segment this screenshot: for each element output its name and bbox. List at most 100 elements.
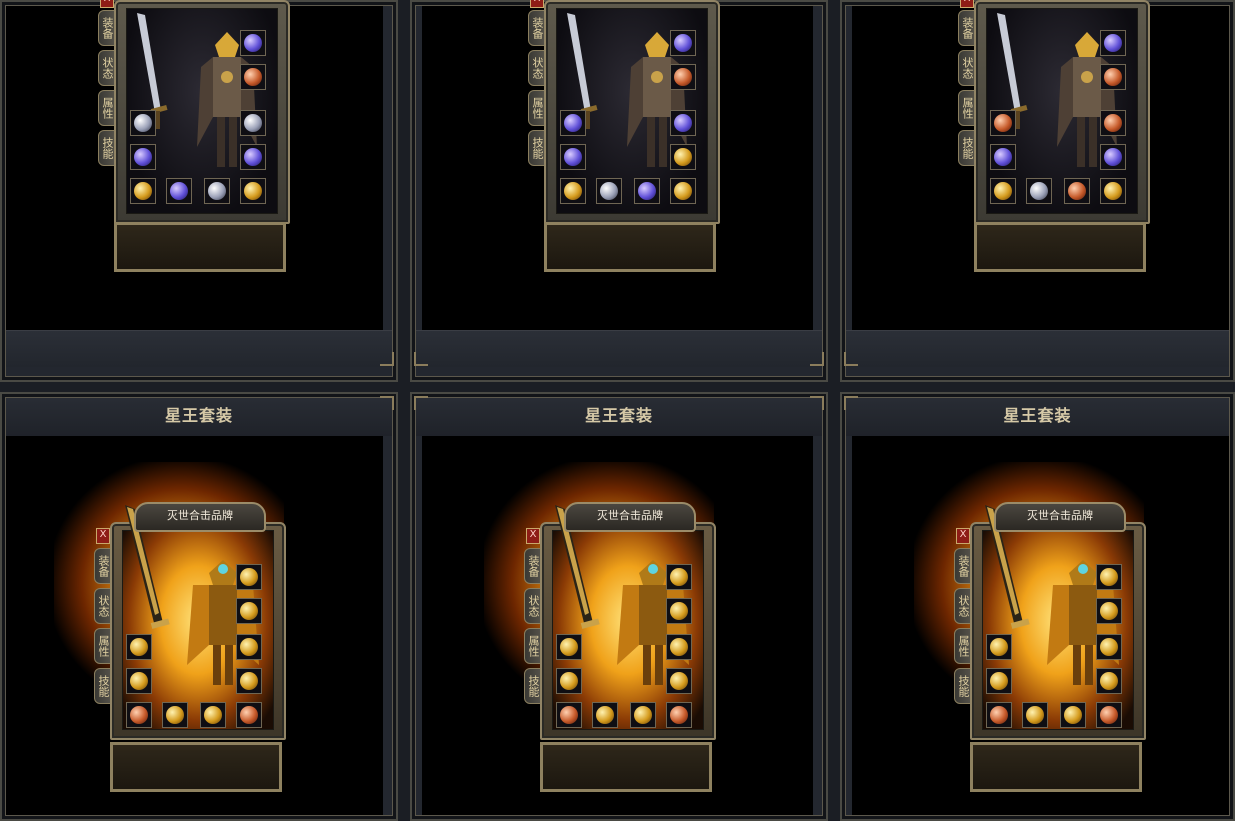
panel-header: 灭世合击品牌 [134,502,266,532]
boots-slot[interactable] [1064,178,1090,204]
panel-body [544,0,720,224]
boots-slot[interactable] [200,702,226,728]
helmet-icon [990,706,1008,724]
boots-slot[interactable] [630,702,656,728]
necklace-slot[interactable] [1100,30,1126,56]
gem-slot[interactable] [236,702,262,728]
gem-slot[interactable] [240,178,266,204]
medal-icon [1100,568,1118,586]
helmet-slot[interactable] [990,178,1016,204]
ring-slot[interactable] [666,598,692,624]
gem-icon [1100,706,1118,724]
belt-icon [170,182,188,200]
bracelet-right-slot[interactable] [666,634,692,660]
ring-right-slot[interactable] [1100,144,1126,170]
belt-slot[interactable] [166,178,192,204]
boots-slot[interactable] [204,178,230,204]
close-icon[interactable]: X [960,0,974,8]
medal-icon [240,568,258,586]
medal-slot[interactable] [240,64,266,90]
bracelet-left-slot[interactable] [986,634,1012,660]
ring-slot[interactable] [236,598,262,624]
bracelet-left-slot[interactable] [990,110,1016,136]
ring-icon [670,602,688,620]
panel-header: 灭世合击品牌 [564,502,696,532]
belt-slot[interactable] [1026,178,1052,204]
cell-title: 星王套装 [0,392,398,436]
ring-slot[interactable] [1096,598,1122,624]
panel-info-box [970,742,1142,792]
medal-slot[interactable] [1096,564,1122,590]
ring-left-slot[interactable] [990,144,1016,170]
bracelet-right-slot[interactable] [1100,110,1126,136]
close-icon[interactable]: X [100,0,114,8]
gem-icon [670,706,688,724]
ring-right-slot[interactable] [1096,668,1122,694]
medal-slot[interactable] [236,564,262,590]
character-view [552,505,704,730]
bracelet-icon [134,114,152,132]
bracelet-left-slot[interactable] [556,634,582,660]
close-icon[interactable]: X [530,0,544,8]
ring-left-slot[interactable] [130,144,156,170]
medal-slot[interactable] [670,64,696,90]
ring-left-slot[interactable] [986,668,1012,694]
medal-slot[interactable] [1100,64,1126,90]
ring-right-slot[interactable] [240,144,266,170]
ring-left-slot[interactable] [556,668,582,694]
helmet-slot[interactable] [560,178,586,204]
panel-info-box [114,222,286,272]
helmet-slot[interactable] [126,702,152,728]
bracelet-icon [130,638,148,656]
helmet-slot[interactable] [130,178,156,204]
bracelet-right-slot[interactable] [670,110,696,136]
bracelet-icon [990,638,1008,656]
equipment-panel: X 装备 状态 属性 技能 [914,462,1146,802]
bracelet-icon [1100,638,1118,656]
boots-slot[interactable] [634,178,660,204]
helmet-slot[interactable] [556,702,582,728]
helmet-slot[interactable] [986,702,1012,728]
ring-icon [240,602,258,620]
ring-icon [240,672,258,690]
bracelet-right-slot[interactable] [236,634,262,660]
belt-slot[interactable] [596,178,622,204]
belt-slot[interactable] [592,702,618,728]
ring-right-slot[interactable] [236,668,262,694]
bracelet-left-slot[interactable] [130,110,156,136]
belt-icon [166,706,184,724]
close-icon[interactable]: X [96,528,110,544]
equipment-panel: X 装备 状态 属性 技能 [98,0,290,300]
necklace-slot[interactable] [240,30,266,56]
gem-slot[interactable] [666,702,692,728]
boots-slot[interactable] [1060,702,1086,728]
bracelet-left-slot[interactable] [560,110,586,136]
ring-left-slot[interactable] [126,668,152,694]
boots-icon [634,706,652,724]
boots-icon [204,706,222,724]
ring-right-slot[interactable] [666,668,692,694]
ring-left-slot[interactable] [560,144,586,170]
gem-slot[interactable] [1100,178,1126,204]
necklace-slot[interactable] [670,30,696,56]
cell-title: 星王套装 [410,392,828,436]
panel-info-box [544,222,716,272]
panel-info-box [110,742,282,792]
bracelet-left-slot[interactable] [126,634,152,660]
panel-body [540,505,716,740]
close-icon[interactable]: X [956,528,970,544]
bracelet-icon [670,638,688,656]
medal-slot[interactable] [666,564,692,590]
gem-slot[interactable] [1096,702,1122,728]
medal-icon [244,68,262,86]
gem-slot[interactable] [670,178,696,204]
medal-icon [670,568,688,586]
belt-slot[interactable] [162,702,188,728]
belt-slot[interactable] [1022,702,1048,728]
close-icon[interactable]: X [526,528,540,544]
necklace-icon [1104,34,1122,52]
belt-icon [600,182,618,200]
ring-right-slot[interactable] [670,144,696,170]
bracelet-right-slot[interactable] [1096,634,1122,660]
bracelet-right-slot[interactable] [240,110,266,136]
